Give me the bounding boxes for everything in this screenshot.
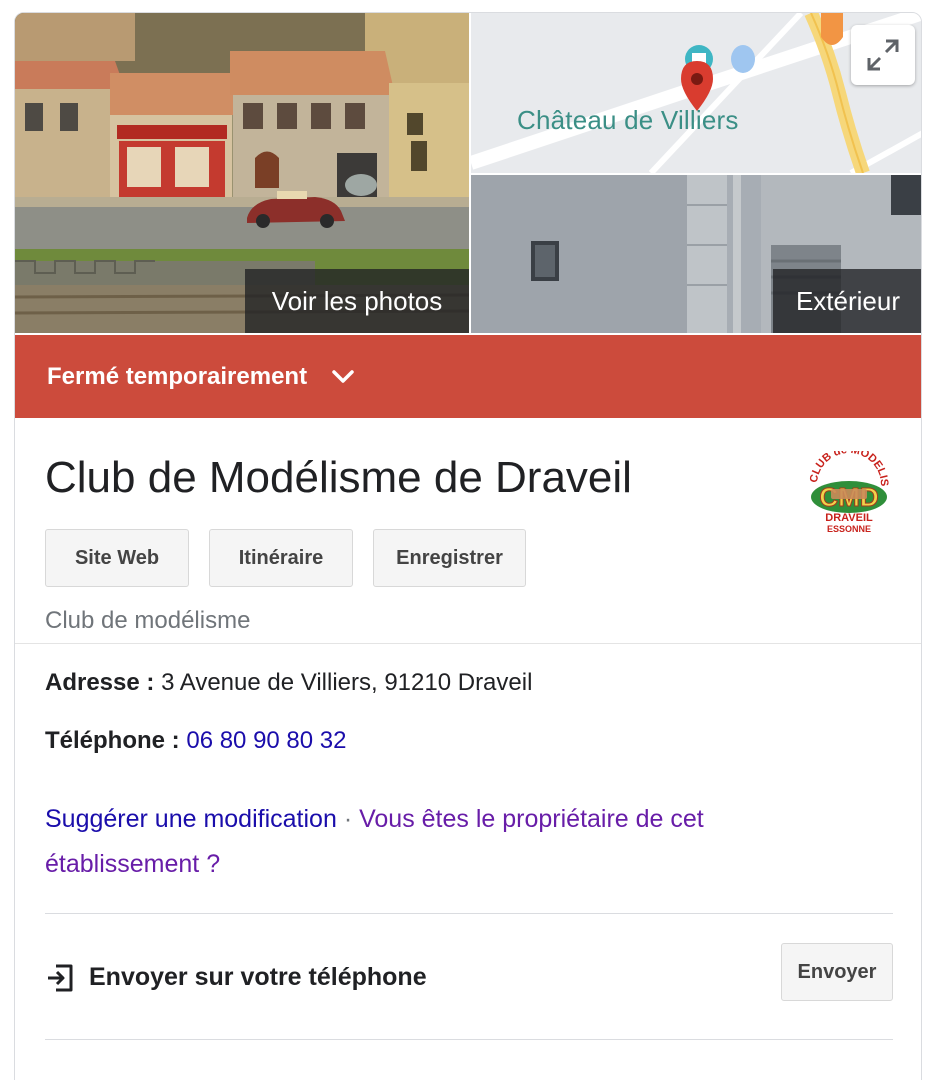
map-place-label: Château de Villiers [517,105,739,135]
section-divider [45,1039,893,1040]
place-category: Club de modélisme [45,607,251,634]
club-logo[interactable]: CLUB de MODELISME CMD DRAVEIL ESSONNE [802,442,891,535]
send-button[interactable]: Envoyer [781,943,893,1001]
action-buttons: Site Web Itinéraire Enregistrer [45,529,546,587]
logo-bottom-text: DRAVEIL [825,512,873,524]
expand-map-button[interactable] [851,25,915,85]
address-value: 3 Avenue de Villiers, 91210 Draveil [161,669,533,696]
save-button[interactable]: Enregistrer [373,529,526,587]
main-photo[interactable]: Voir les photos [15,13,469,333]
exterior-photo[interactable]: Extérieur [471,175,921,333]
send-to-phone-icon [45,963,75,993]
link-separator: · [343,805,353,833]
photo-mosaic: Voir les photos Château de Villiers Exté… [15,13,921,333]
edit-links: Suggérer une modification · Vous êtes le… [45,797,845,887]
address-row: Adresse : 3 Avenue de Villiers, 91210 Dr… [45,669,532,697]
address-label: Adresse : [45,669,155,696]
send-to-phone-row: Envoyer sur votre téléphone Envoyer [45,943,893,1023]
directions-button[interactable]: Itinéraire [209,529,353,587]
expand-icon [867,39,899,71]
exterior-overlay[interactable]: Extérieur [773,269,921,333]
status-text: Fermé temporairement [47,362,308,390]
phone-label: Téléphone : [45,727,180,754]
place-title: Club de Modélisme de Draveil [45,453,632,502]
logo-bottom-text-2: ESSONNE [827,524,871,534]
phone-row: Téléphone : 06 80 90 80 32 [45,727,347,755]
suggest-edit-link[interactable]: Suggérer une modification [45,805,337,833]
section-divider [45,913,893,914]
see-photos-overlay[interactable]: Voir les photos [245,269,469,333]
send-to-phone-label: Envoyer sur votre téléphone [89,963,427,991]
knowledge-panel-card: Voir les photos Château de Villiers Exté… [14,12,922,1080]
map-thumbnail[interactable]: Château de Villiers [471,13,921,173]
website-button[interactable]: Site Web [45,529,189,587]
chevron-down-icon[interactable] [329,363,357,391]
section-divider [15,643,921,644]
club-logo-image: CLUB de MODELISME CMD DRAVEIL ESSONNE [802,442,890,534]
temporarily-closed-banner[interactable]: Fermé temporairement [15,335,921,418]
phone-link[interactable]: 06 80 90 80 32 [186,727,346,754]
